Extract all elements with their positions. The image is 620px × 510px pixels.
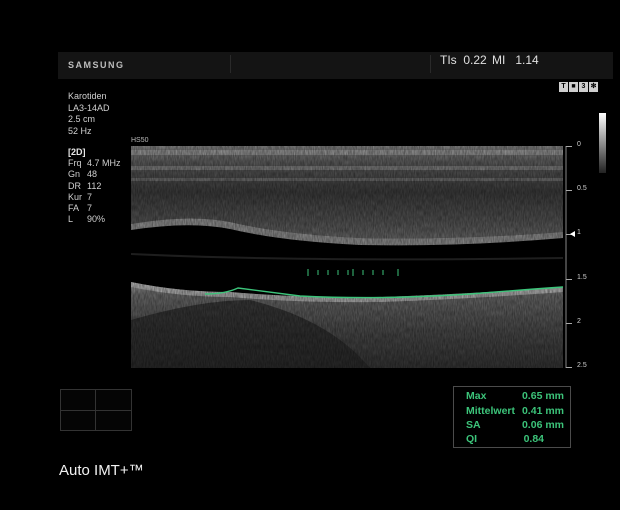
depth-label-0: 0 bbox=[577, 141, 581, 148]
depth-label-15: 1.5 bbox=[577, 274, 587, 281]
focus-marker-icon bbox=[570, 231, 575, 237]
function-title: Auto IMT+™ bbox=[59, 462, 144, 479]
result-label: Max bbox=[466, 390, 487, 402]
depth-tick bbox=[566, 146, 572, 147]
result-value: 0.06 mm bbox=[521, 419, 564, 431]
result-value: 0.41 mm bbox=[521, 405, 564, 417]
depth-label-05: 0.5 bbox=[577, 185, 587, 192]
depth-tick bbox=[566, 190, 572, 191]
depth-tick bbox=[566, 279, 572, 280]
measurement-results: Max 0.65 mm Mittelwert 0.41 mm SA 0.06 m… bbox=[453, 386, 571, 448]
depth-label-2: 2 bbox=[577, 318, 581, 325]
result-label: SA bbox=[466, 419, 481, 431]
depth-label-25: 2.5 bbox=[577, 362, 587, 369]
depth-tick bbox=[566, 323, 572, 324]
result-label: QI bbox=[466, 433, 478, 445]
depth-tick bbox=[566, 367, 572, 368]
result-value: 0.65 mm bbox=[521, 390, 564, 402]
result-label: Mittelwert bbox=[466, 405, 516, 417]
reference-thumbnail bbox=[60, 389, 132, 431]
divider bbox=[61, 410, 131, 411]
depth-label-1: 1 bbox=[577, 229, 581, 236]
result-value: 0.84 bbox=[523, 433, 544, 445]
